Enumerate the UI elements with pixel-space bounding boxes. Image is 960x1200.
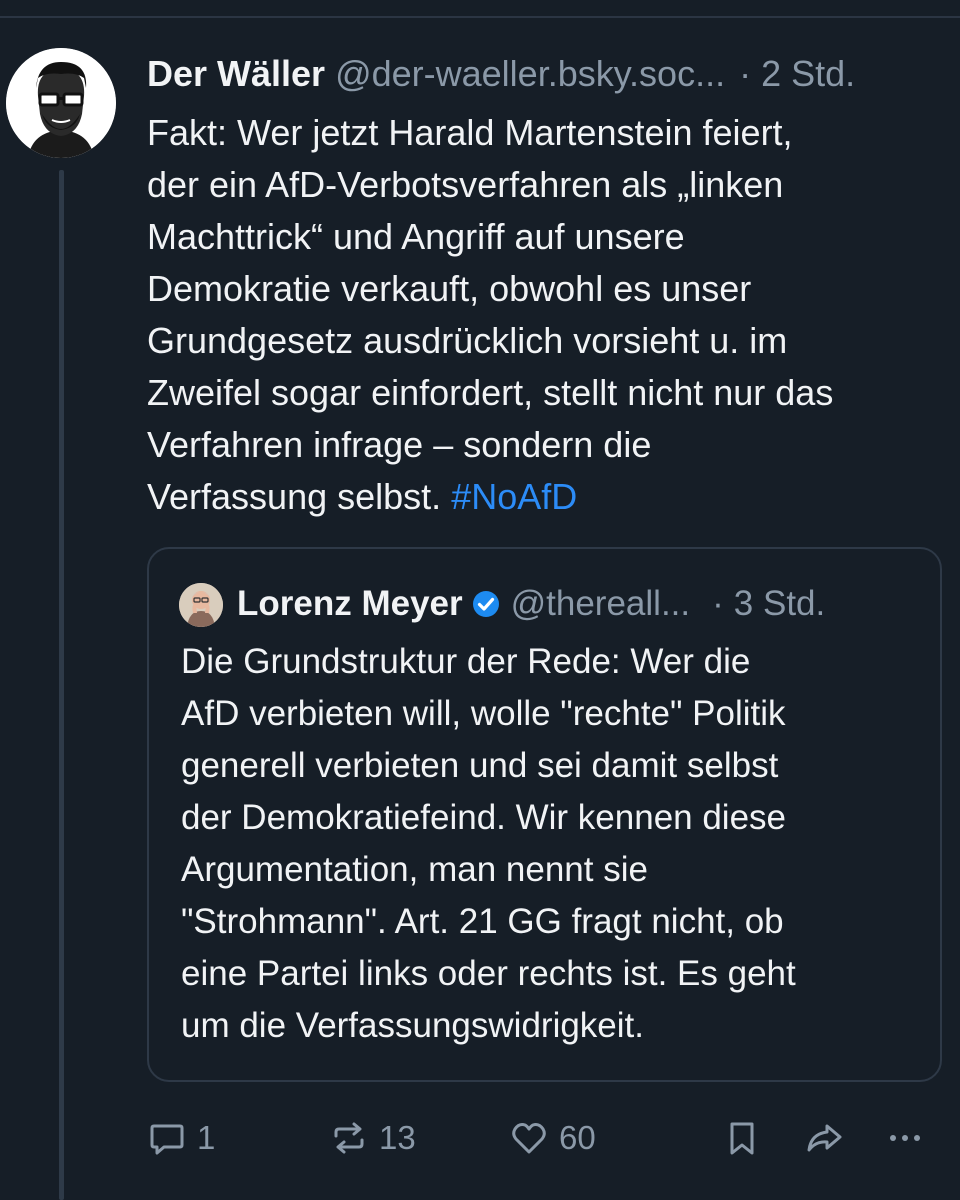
- post-text: Fakt: Wer jetzt Harald Martenstein feier…: [147, 107, 952, 523]
- quoted-post[interactable]: Lorenz Meyer @thereall... · 3 Std. Die Gru…: [147, 547, 942, 1082]
- heart-icon: [512, 1123, 546, 1154]
- share-arrow-icon: [807, 1124, 842, 1152]
- more-options-button[interactable]: [885, 1110, 925, 1166]
- avatar-bearded-man-glasses-icon: [6, 48, 116, 158]
- quote-author-handle[interactable]: @thereall...: [511, 584, 691, 623]
- reply-button[interactable]: 1: [147, 1110, 215, 1166]
- more-dots-icon: [890, 1135, 920, 1141]
- bookmark-icon: [730, 1122, 754, 1155]
- post-time[interactable]: 2 Std.: [761, 53, 855, 94]
- post-body: Fakt: Wer jetzt Harald Martenstein feier…: [147, 112, 834, 517]
- quote-separator-dot: ·: [712, 584, 724, 623]
- bookmark-button[interactable]: [722, 1110, 762, 1166]
- share-button[interactable]: [804, 1110, 844, 1166]
- author-handle[interactable]: @der-waeller.bsky.soc...: [335, 53, 725, 94]
- quote-text: Die Grundstruktur der Rede: Wer die AfD …: [181, 642, 796, 1045]
- quote-time[interactable]: 3 Std.: [734, 584, 825, 623]
- quote-author-name[interactable]: Lorenz Meyer: [237, 584, 463, 623]
- reply-count: 1: [197, 1119, 216, 1156]
- repost-count: 13: [379, 1119, 416, 1156]
- repost-arrows-icon: [334, 1122, 364, 1154]
- separator-dot: ·: [739, 53, 752, 94]
- author-name[interactable]: Der Wäller: [147, 53, 325, 94]
- thread-line: [59, 170, 64, 1200]
- post-header: Der Wäller @der-waeller.bsky.soc... · 2 Std…: [147, 50, 947, 98]
- hashtag-link[interactable]: #NoAfD: [451, 476, 577, 517]
- verified-check-icon: [472, 591, 499, 617]
- reply-bubble-icon: [150, 1124, 184, 1155]
- action-bar: 1 13 60: [147, 1110, 947, 1166]
- quote-avatar[interactable]: [179, 583, 223, 627]
- repost-button[interactable]: 13: [329, 1110, 416, 1166]
- like-count: 60: [559, 1119, 596, 1156]
- like-button[interactable]: 60: [509, 1110, 596, 1166]
- avatar-photo-icon: [179, 583, 223, 627]
- top-divider: [0, 16, 960, 18]
- author-avatar[interactable]: [6, 48, 116, 158]
- quote-header: Lorenz Meyer @thereall... · 3 Std.: [237, 579, 937, 629]
